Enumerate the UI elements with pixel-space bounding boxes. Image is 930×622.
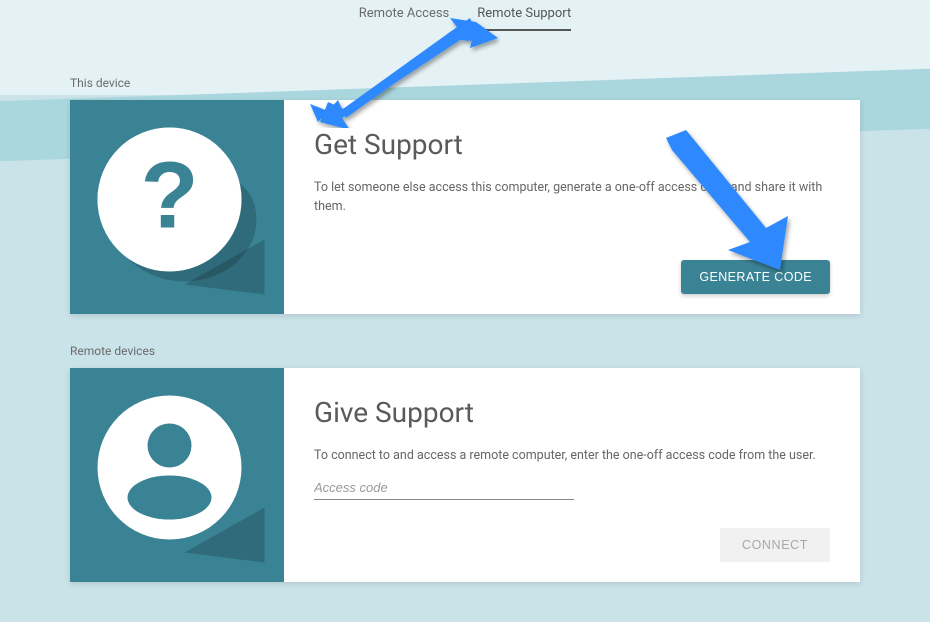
svg-text:?: ? — [140, 143, 198, 249]
give-support-card: Give Support To connect to and access a … — [70, 368, 860, 582]
connect-button[interactable]: CONNECT — [720, 528, 830, 562]
give-support-title: Give Support — [314, 396, 830, 429]
generate-code-button[interactable]: GENERATE CODE — [681, 260, 830, 294]
section-label-this-device: This device — [70, 76, 930, 90]
get-support-description: To let someone else access this computer… — [314, 179, 830, 217]
tabs-bar: Remote Access Remote Support — [0, 0, 930, 31]
question-mark-icon: ? — [90, 120, 265, 295]
section-label-remote-devices: Remote devices — [70, 344, 930, 358]
question-icon-tile: ? — [70, 100, 284, 314]
tab-remote-access[interactable]: Remote Access — [359, 6, 450, 31]
get-support-title: Get Support — [314, 128, 830, 161]
give-support-description: To connect to and access a remote comput… — [314, 447, 830, 466]
tab-remote-support[interactable]: Remote Support — [477, 6, 571, 31]
get-support-card: ? Get Support To let someone else access… — [70, 100, 860, 314]
person-icon — [90, 388, 265, 563]
person-icon-tile — [70, 368, 284, 582]
access-code-input[interactable] — [314, 476, 574, 500]
